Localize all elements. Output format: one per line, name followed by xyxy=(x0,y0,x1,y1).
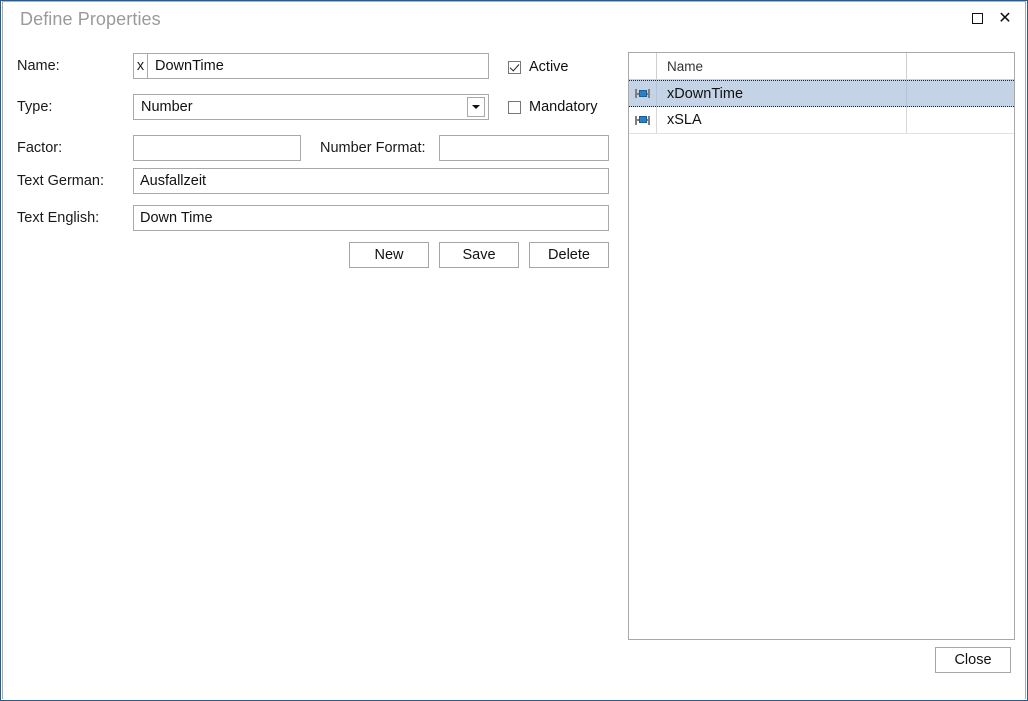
table-row[interactable]: xSLA xyxy=(629,107,1014,134)
property-icon xyxy=(635,88,650,99)
text-german-label-wrap: Text German: xyxy=(17,168,104,194)
close-button[interactable]: Close xyxy=(935,647,1011,673)
maximize-button[interactable] xyxy=(963,5,991,31)
name-input[interactable] xyxy=(148,54,488,78)
name-label: Name: xyxy=(17,58,60,74)
number-format-label-wrap: Number Format: xyxy=(320,135,426,161)
grid-header-extra xyxy=(907,53,1014,79)
grid-header-indicator xyxy=(629,53,657,79)
row-indicator-cell xyxy=(629,81,657,106)
text-german-input[interactable] xyxy=(133,168,609,194)
table-row[interactable]: xDownTime xyxy=(629,80,1014,107)
define-properties-dialog: Define Properties ✕ Name: x T xyxy=(0,0,1028,701)
caption-button-group: ✕ xyxy=(963,5,1019,31)
save-button[interactable]: Save xyxy=(439,242,519,268)
active-checkbox-label: Active xyxy=(529,59,569,75)
mandatory-checkbox-label: Mandatory xyxy=(529,99,598,115)
window-inner-frame: Define Properties ✕ Name: x T xyxy=(2,1,1026,699)
name-prefix-label: x xyxy=(134,54,148,78)
properties-grid: Name xDownTime xSLA xyxy=(628,52,1015,640)
mandatory-checkbox[interactable]: Mandatory xyxy=(508,99,598,115)
text-german-label: Text German: xyxy=(17,173,105,189)
number-format-label: Number Format: xyxy=(320,140,426,156)
dialog-footer: Close xyxy=(3,637,1025,699)
page-title: Define Properties xyxy=(20,9,161,29)
type-selected-value: Number xyxy=(141,99,193,115)
grid-header-name: Name xyxy=(657,53,907,79)
name-field[interactable]: x xyxy=(133,53,489,79)
active-checkbox-box[interactable] xyxy=(508,60,521,74)
title-bar: Define Properties ✕ xyxy=(3,2,1025,40)
property-icon xyxy=(635,115,650,126)
type-label-wrap: Type: xyxy=(17,94,52,120)
type-label: Type: xyxy=(17,99,53,115)
name-label-wrap: Name: xyxy=(17,53,60,79)
close-icon: ✕ xyxy=(998,8,1012,27)
text-english-input[interactable] xyxy=(133,205,609,231)
grid-header-row: Name xyxy=(629,53,1014,80)
row-name-cell: xDownTime xyxy=(657,81,907,106)
row-extra-cell xyxy=(907,81,1014,106)
type-dropdown[interactable]: Number xyxy=(133,94,489,120)
number-format-input[interactable] xyxy=(439,135,609,161)
factor-label-wrap: Factor: xyxy=(17,135,62,161)
row-extra-cell xyxy=(907,107,1014,133)
delete-button[interactable]: Delete xyxy=(529,242,609,268)
mandatory-checkbox-box[interactable] xyxy=(508,100,521,114)
close-window-button[interactable]: ✕ xyxy=(991,5,1019,31)
factor-label: Factor: xyxy=(17,140,63,156)
maximize-icon xyxy=(971,12,983,24)
new-button[interactable]: New xyxy=(349,242,429,268)
chevron-down-icon xyxy=(472,105,480,109)
type-dropdown-button[interactable] xyxy=(467,97,485,117)
active-checkbox[interactable]: Active xyxy=(508,59,569,75)
row-name-cell: xSLA xyxy=(657,107,907,133)
text-english-label: Text English: xyxy=(17,210,100,226)
text-english-label-wrap: Text English: xyxy=(17,205,99,231)
factor-input[interactable] xyxy=(133,135,301,161)
row-indicator-cell xyxy=(629,107,657,133)
